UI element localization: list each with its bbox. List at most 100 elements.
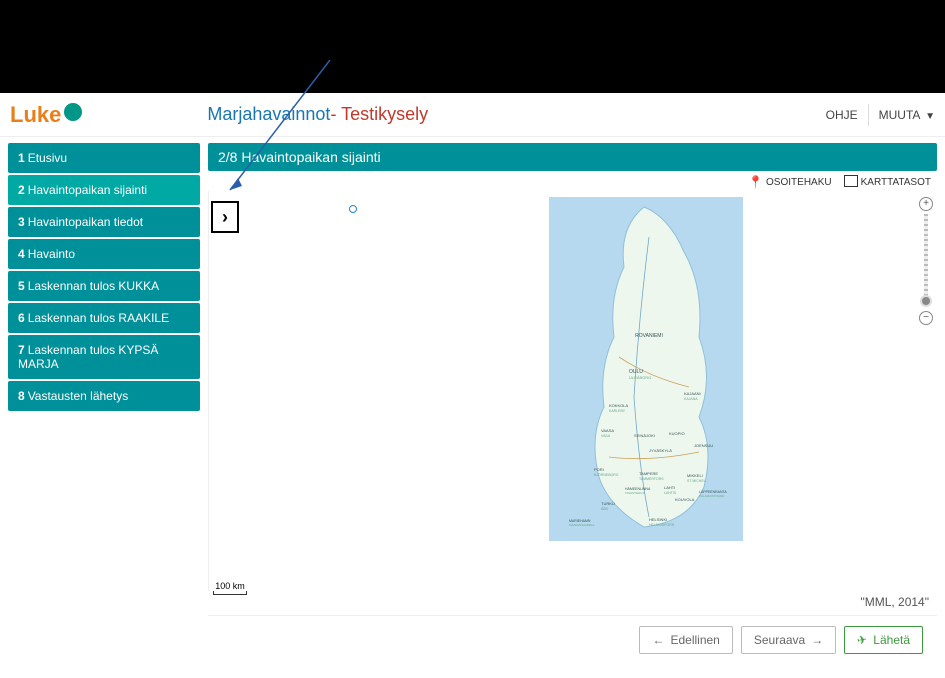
svg-text:HELSINKI: HELSINKI: [649, 517, 667, 522]
nav-label: Etusivu: [28, 151, 67, 165]
svg-text:LAHTIS: LAHTIS: [664, 491, 677, 495]
svg-text:MIKKELI: MIKKELI: [687, 473, 703, 478]
location-marker-icon: [349, 205, 357, 213]
svg-text:LAHTI: LAHTI: [664, 485, 675, 490]
svg-text:VASA: VASA: [601, 434, 611, 438]
svg-text:VAASA: VAASA: [601, 428, 614, 433]
scale-bar-graphic: [213, 591, 247, 595]
logo-bubble-icon: [64, 103, 82, 121]
zoom-track[interactable]: [924, 214, 928, 300]
nav-label: Vastausten lähetys: [28, 389, 129, 403]
svg-text:ÅBO: ÅBO: [601, 506, 609, 511]
zoom-slider[interactable]: + −: [919, 197, 933, 325]
section-header: 2/8 Havaintopaikan sijainti: [208, 143, 937, 171]
map-toolbar: 📍 OSOITEHAKU KARTTATASOT: [208, 171, 937, 191]
map-panel[interactable]: › ROVANIEMI OULU ULEÅBORG KAJAANI: [208, 191, 937, 591]
sidebar-item-kypsa[interactable]: 7Laskennan tulos KYPSÄ MARJA: [8, 335, 200, 379]
svg-text:BJÖRNEBORG: BJÖRNEBORG: [594, 473, 619, 477]
next-label: Seuraava: [754, 633, 805, 647]
map-layers-button[interactable]: KARTTATASOT: [846, 177, 931, 188]
title-part-a: Marjahavainnot: [207, 104, 330, 124]
svg-text:JOENSUU: JOENSUU: [694, 443, 713, 448]
arrow-right-icon: →: [811, 633, 823, 647]
scale-bar: 100 km: [213, 581, 247, 595]
nav-label: Havainto: [28, 247, 75, 261]
header-bar: Luke Marjahavainnot- Testikysely OHJE MU…: [0, 93, 945, 137]
zoom-out-button[interactable]: −: [919, 311, 933, 325]
expand-sidebar-button[interactable]: ›: [211, 201, 239, 233]
svg-text:TURKU: TURKU: [601, 501, 615, 506]
nav-num: 6: [18, 311, 25, 325]
svg-text:KOKKOLA: KOKKOLA: [609, 403, 628, 408]
svg-text:JYVÄSKYLÄ: JYVÄSKYLÄ: [649, 448, 672, 453]
karttatasot-label: KARTTATASOT: [861, 177, 931, 188]
logo: Luke: [10, 102, 82, 128]
nav-label: Havaintopaikan tiedot: [28, 215, 143, 229]
nav-num: 2: [18, 183, 25, 197]
nav-num: 5: [18, 279, 25, 293]
layers-icon: [846, 177, 858, 187]
map-pin-icon: 📍: [748, 175, 763, 189]
map-finland[interactable]: ROVANIEMI OULU ULEÅBORG KAJAANI KAJANA K…: [549, 197, 743, 541]
svg-text:ST MICHEL: ST MICHEL: [687, 479, 706, 483]
svg-text:VILLMANSTRAND: VILLMANSTRAND: [699, 494, 725, 498]
prev-label: Edellinen: [670, 633, 719, 647]
svg-text:TAMPERE: TAMPERE: [639, 471, 658, 476]
muuta-label: MUUTA: [879, 108, 920, 122]
svg-text:PORI: PORI: [594, 467, 604, 472]
nav-num: 8: [18, 389, 25, 403]
svg-text:MAARIANHAMINA: MAARIANHAMINA: [569, 523, 594, 527]
chevron-down-icon: ▼: [925, 111, 935, 122]
svg-text:SEINÄJOKI: SEINÄJOKI: [634, 433, 655, 438]
svg-text:KAJAANI: KAJAANI: [684, 391, 701, 396]
muuta-menu[interactable]: MUUTA ▼: [879, 108, 935, 122]
prev-button[interactable]: ← Edellinen: [639, 626, 732, 654]
svg-text:KARLEBY: KARLEBY: [609, 409, 626, 413]
svg-text:ROVANIEMI: ROVANIEMI: [635, 333, 663, 339]
paper-plane-icon: ✈: [856, 632, 868, 648]
address-search-button[interactable]: 📍 OSOITEHAKU: [748, 175, 832, 189]
arrow-left-icon: ←: [652, 633, 664, 647]
next-button[interactable]: Seuraava →: [741, 626, 836, 654]
sidebar-item-havainto[interactable]: 4Havainto: [8, 239, 200, 269]
sidebar-item-sijainti[interactable]: 2Havaintopaikan sijainti: [8, 175, 200, 205]
sidebar-item-kukka[interactable]: 5Laskennan tulos KUKKA: [8, 271, 200, 301]
nav-label: Havaintopaikan sijainti: [28, 183, 147, 197]
nav-num: 1: [18, 151, 25, 165]
sidebar-item-etusivu[interactable]: 1Etusivu: [8, 143, 200, 173]
logo-text: Luke: [10, 102, 61, 128]
sidebar-item-raakile[interactable]: 6Laskennan tulos RAAKILE: [8, 303, 200, 333]
nav-label: Laskennan tulos KUKKA: [28, 279, 159, 293]
svg-text:KUOPIO: KUOPIO: [669, 431, 685, 436]
nav-num: 4: [18, 247, 25, 261]
svg-text:ULEÅBORG: ULEÅBORG: [629, 375, 651, 380]
osoitehaku-label: OSOITEHAKU: [766, 177, 832, 188]
top-black-bar: [0, 0, 945, 93]
zoom-in-button[interactable]: +: [919, 197, 933, 211]
page-title: Marjahavainnot- Testikysely: [207, 104, 428, 125]
chevron-right-icon: ›: [222, 207, 228, 228]
send-label: Lähetä: [873, 633, 910, 647]
section-title: 2/8 Havaintopaikan sijainti: [218, 149, 381, 165]
header-separator: [868, 104, 869, 126]
nav-num: 3: [18, 215, 25, 229]
send-button[interactable]: ✈ Lähetä: [844, 626, 923, 654]
nav-label: Laskennan tulos KYPSÄ MARJA: [18, 343, 158, 371]
svg-text:KAJANA: KAJANA: [684, 397, 698, 401]
svg-text:TAMMERFORS: TAMMERFORS: [639, 477, 664, 481]
map-attribution: "MML, 2014": [208, 591, 937, 609]
svg-text:TAVASTEHUS: TAVASTEHUS: [625, 491, 644, 495]
svg-text:KOUVOLA: KOUVOLA: [675, 497, 695, 502]
svg-text:HELSINGFORS: HELSINGFORS: [649, 523, 675, 527]
sidebar-nav: 1Etusivu 2Havaintopaikan sijainti 3Havai…: [8, 143, 200, 411]
nav-label: Laskennan tulos RAAKILE: [28, 311, 169, 325]
help-link[interactable]: OHJE: [826, 108, 858, 122]
title-part-b: Testikysely: [341, 104, 428, 124]
scale-label: 100 km: [215, 581, 245, 591]
zoom-handle[interactable]: [920, 295, 932, 307]
sidebar-item-tiedot[interactable]: 3Havaintopaikan tiedot: [8, 207, 200, 237]
nav-num: 7: [18, 343, 25, 357]
sidebar-item-lahetys[interactable]: 8Vastausten lähetys: [8, 381, 200, 411]
title-sep: -: [330, 104, 341, 124]
footer-buttons: ← Edellinen Seuraava → ✈ Lähetä: [208, 615, 937, 668]
